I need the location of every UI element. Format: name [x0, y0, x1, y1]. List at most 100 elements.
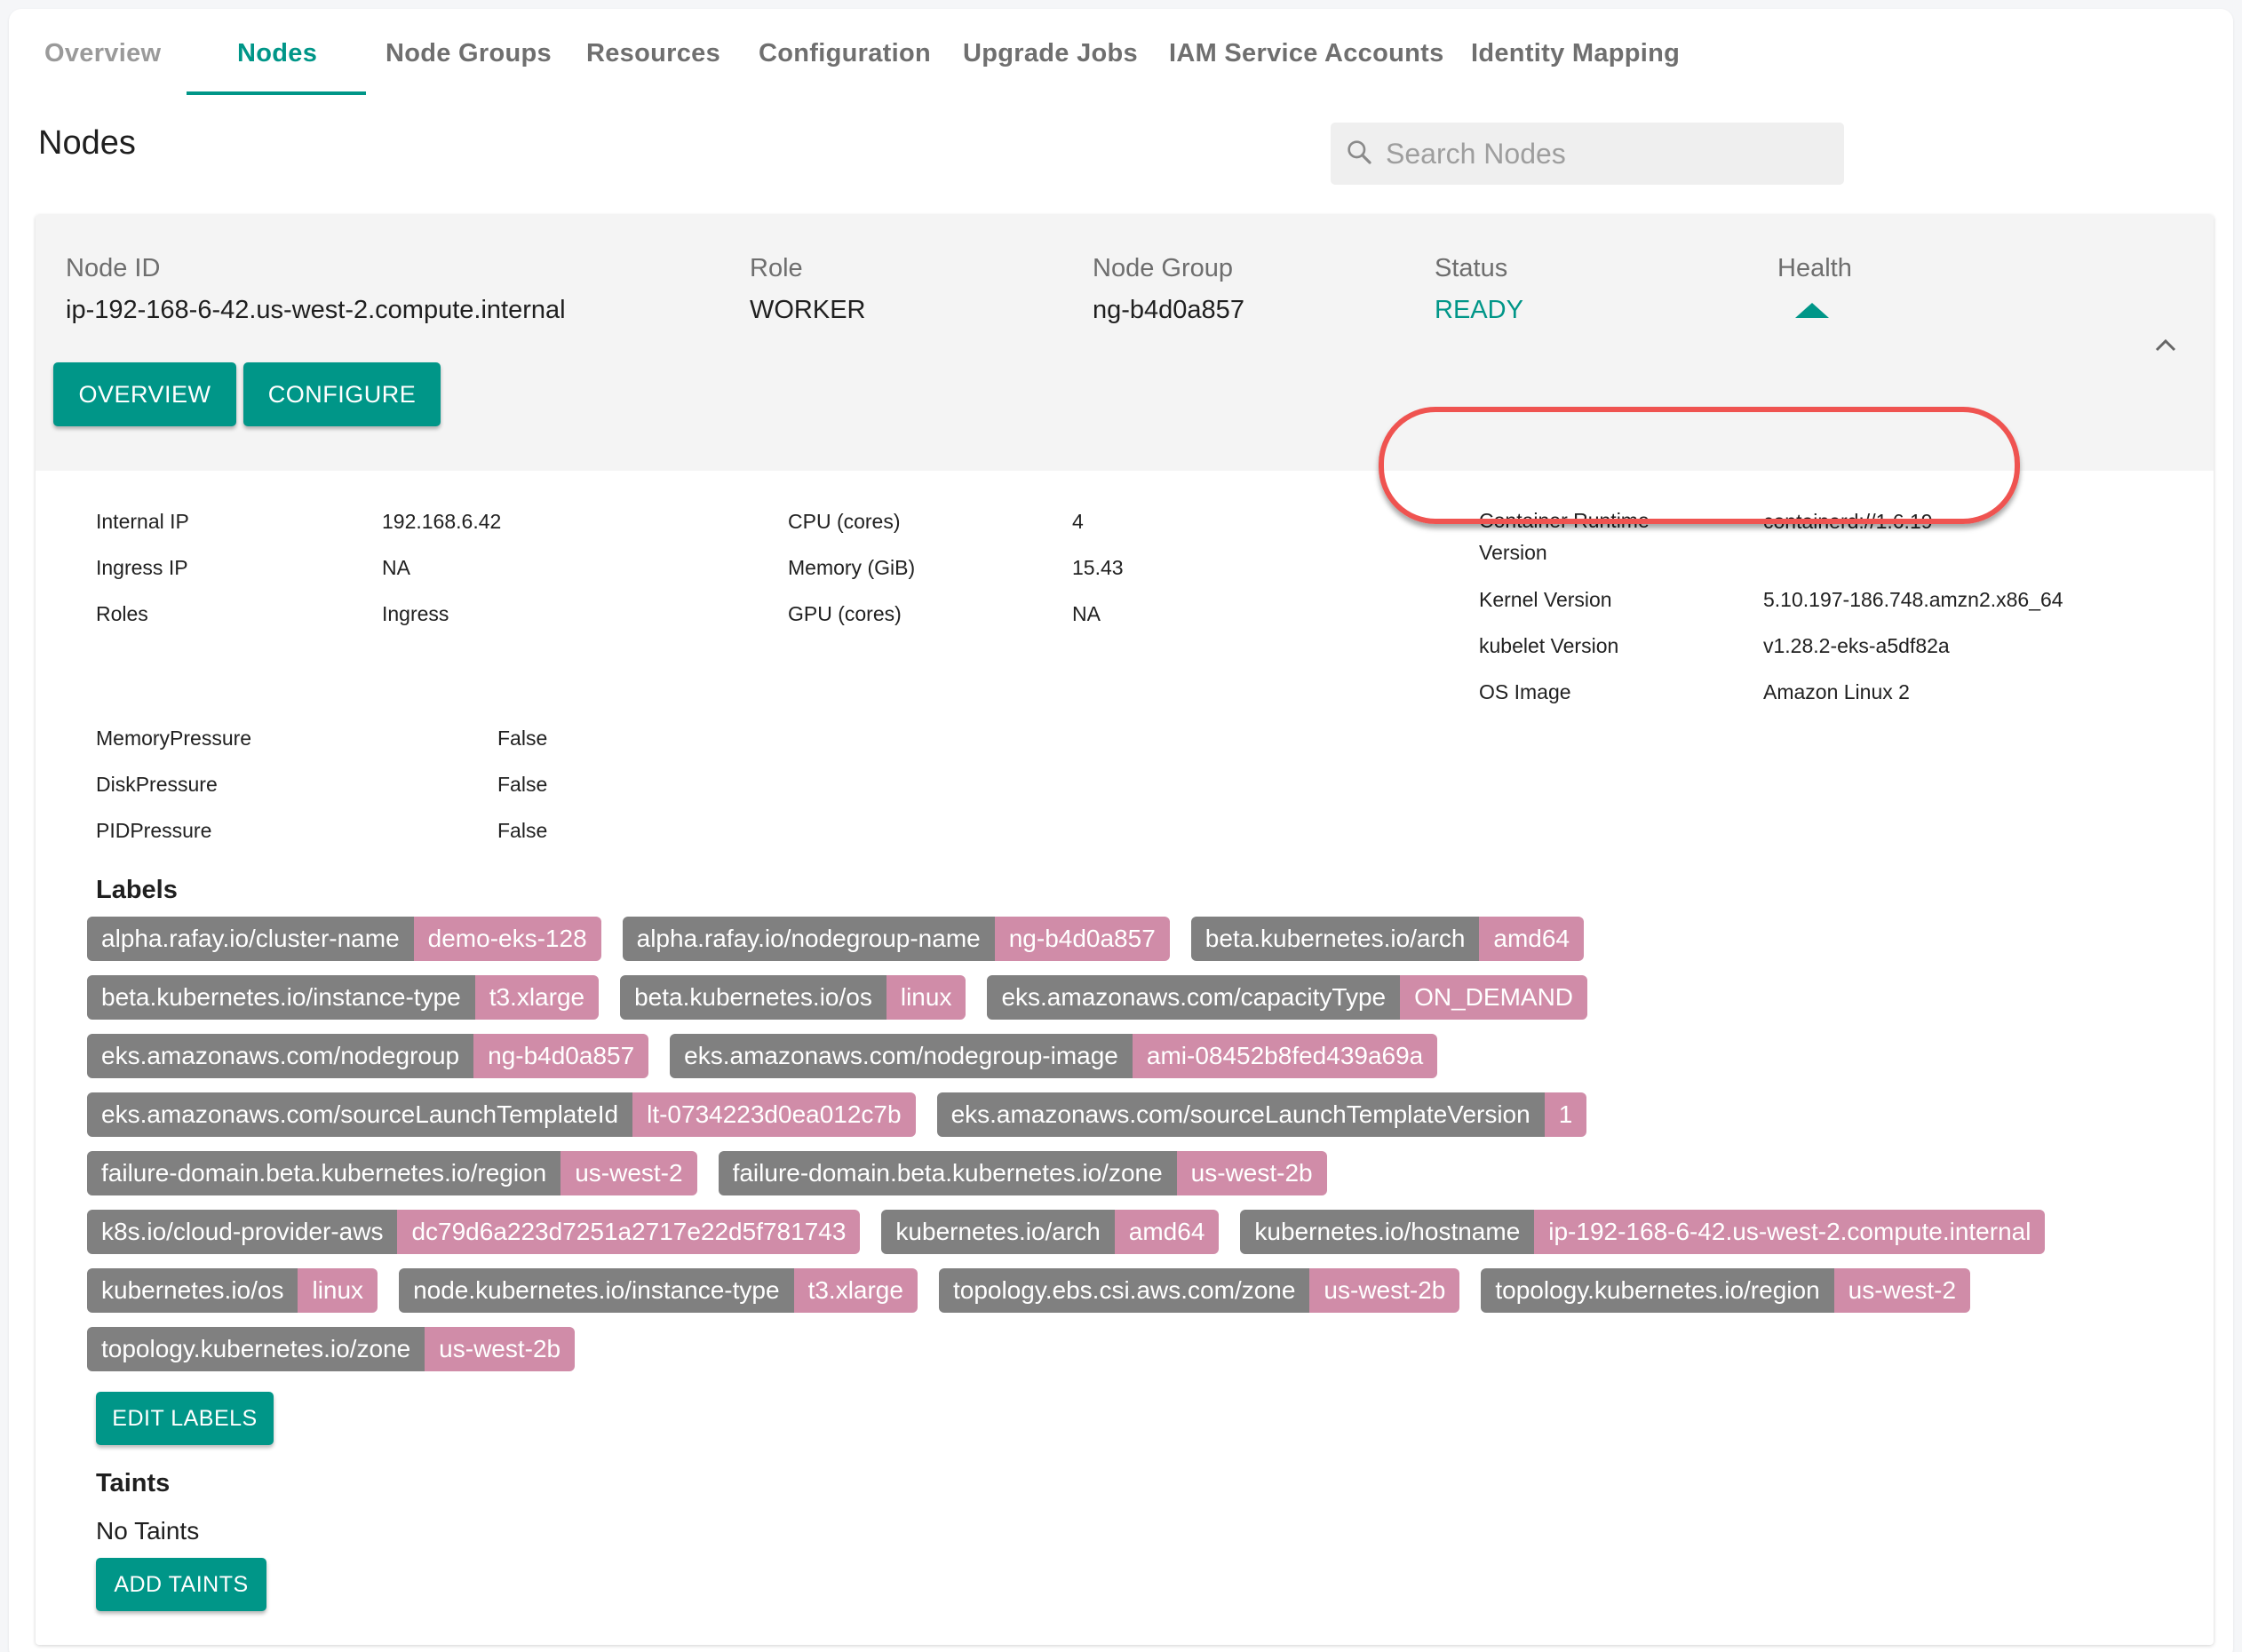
label-value: ng-b4d0a857 [994, 917, 1170, 961]
detail-value: 5.10.197-186.748.amzn2.x86_64 [1763, 588, 2063, 611]
detail-value: Ingress [382, 602, 449, 625]
label-chip: beta.kubernetes.io/instance-type t3.xlarg… [87, 975, 600, 1020]
detail-value: containerd://1.6.19 [1763, 510, 1933, 533]
condition-value: False [497, 773, 548, 796]
label-value: us-west-2b [425, 1327, 576, 1371]
label-chip: eks.amazonaws.com/sourceLaunchTemplateId… [87, 1092, 916, 1137]
detail-label: Internal IP [96, 510, 189, 533]
tab-resources[interactable]: Resources [586, 39, 720, 68]
tab-upgrade-jobs[interactable]: Upgrade Jobs [963, 39, 1138, 68]
condition-label: DiskPressure [96, 773, 218, 796]
label-value: us-west-2b [1309, 1268, 1460, 1313]
detail-label: kubelet Version [1479, 634, 1619, 657]
label-chip: kubernetes.io/os linux [87, 1268, 378, 1313]
labels-title: Labels [96, 876, 178, 904]
page-title: Nodes [38, 124, 136, 162]
label-value: t3.xlarge [793, 1268, 918, 1313]
label-value: 1 [1544, 1092, 1587, 1137]
status-column: Status READY [1435, 254, 1523, 325]
add-taints-button[interactable]: ADD TAINTS [96, 1558, 266, 1611]
node-group-column: Node Group ng-b4d0a857 [1093, 254, 1244, 325]
labels-list: alpha.rafay.io/cluster-name demo-eks-128 a… [87, 917, 2201, 1386]
health-column: Health [1777, 254, 1852, 318]
collapse-button[interactable] [2148, 329, 2183, 364]
configure-button[interactable]: CONFIGURE [243, 362, 441, 426]
label-value: ng-b4d0a857 [473, 1034, 649, 1078]
label-chip: topology.kubernetes.io/region us-west-2 [1481, 1268, 1971, 1313]
label-value: linux [298, 1268, 378, 1313]
tab-iam-service-accounts[interactable]: IAM Service Accounts [1169, 39, 1444, 68]
label-chip: k8s.io/cloud-provider-aws dc79d6a223d7251… [87, 1210, 861, 1254]
label-row: beta.kubernetes.io/instance-type t3.xlarg… [87, 975, 2201, 1020]
label-chip: eks.amazonaws.com/sourceLaunchTemplateVe… [936, 1092, 1587, 1137]
detail-label: Kernel Version [1479, 588, 1612, 611]
label-row: eks.amazonaws.com/sourceLaunchTemplateId… [87, 1092, 2201, 1137]
no-taints-text: No Taints [96, 1517, 200, 1545]
node-id-column: Node ID ip-192-168-6-42.us-west-2.comput… [66, 254, 566, 325]
tab-overview[interactable]: Overview [44, 39, 161, 68]
edit-labels-button[interactable]: EDIT LABELS [96, 1392, 274, 1445]
role-label: Role [750, 254, 803, 282]
condition-label: MemoryPressure [96, 727, 252, 750]
node-group-value: ng-b4d0a857 [1093, 296, 1244, 324]
label-row: kubernetes.io/os linux node.kubernetes.io/… [87, 1268, 2201, 1313]
label-key: failure-domain.beta.kubernetes.io/region [87, 1151, 561, 1195]
search-box[interactable] [1331, 123, 1844, 185]
label-value: us-west-2 [560, 1151, 697, 1195]
label-value: us-west-2 [1833, 1268, 1971, 1313]
health-label: Health [1777, 254, 1852, 282]
label-chip: topology.ebs.csi.aws.com/zone us-west-2b [938, 1268, 1460, 1313]
detail-label: Memory (GiB) [788, 556, 916, 579]
overview-button[interactable]: OVERVIEW [53, 362, 236, 426]
detail-value: v1.28.2-eks-a5df82a [1763, 634, 1950, 657]
node-id-value: ip-192-168-6-42.us-west-2.compute.intern… [66, 296, 566, 324]
role-column: Role WORKER [750, 254, 866, 325]
condition-value: False [497, 819, 548, 842]
label-chip: beta.kubernetes.io/os linux [620, 975, 966, 1020]
label-chip: kubernetes.io/arch amd64 [881, 1210, 1220, 1254]
node-card: Node ID ip-192-168-6-42.us-west-2.comput… [36, 215, 2214, 1645]
label-key: topology.ebs.csi.aws.com/zone [938, 1268, 1310, 1313]
tab-node-groups[interactable]: Node Groups [386, 39, 552, 68]
detail-label: Ingress IP [96, 556, 188, 579]
detail-value: Amazon Linux 2 [1763, 680, 1910, 703]
search-input[interactable] [1386, 137, 1812, 171]
label-key: eks.amazonaws.com/sourceLaunchTemplateId [87, 1092, 633, 1137]
detail-label: Roles [96, 602, 148, 625]
label-chip: node.kubernetes.io/instance-type t3.xlarg… [399, 1268, 918, 1313]
label-key: node.kubernetes.io/instance-type [399, 1268, 794, 1313]
label-value: us-west-2b [1176, 1151, 1327, 1195]
node-group-label: Node Group [1093, 254, 1233, 282]
label-key: beta.kubernetes.io/os [620, 975, 886, 1020]
label-value: ON_DEMAND [1400, 975, 1588, 1020]
active-tab-indicator [187, 91, 366, 95]
label-chip: failure-domain.beta.kubernetes.io/region… [87, 1151, 697, 1195]
label-key: kubernetes.io/arch [881, 1210, 1115, 1254]
tab-nodes[interactable]: Nodes [237, 39, 317, 68]
status-label: Status [1435, 254, 1508, 282]
node-id-label: Node ID [66, 254, 161, 282]
tab-identity-mapping[interactable]: Identity Mapping [1471, 39, 1680, 68]
detail-label: GPU (cores) [788, 602, 902, 625]
detail-label: Container Runtime Version [1479, 509, 1650, 564]
label-row: k8s.io/cloud-provider-aws dc79d6a223d7251… [87, 1210, 2201, 1254]
label-key: kubernetes.io/os [87, 1268, 298, 1313]
label-value: dc79d6a223d7251a2717e22d5f781743 [397, 1210, 861, 1254]
label-value: linux [886, 975, 966, 1020]
detail-label: CPU (cores) [788, 510, 901, 533]
label-value: lt-0734223d0ea012c7b [632, 1092, 916, 1137]
tab-configuration[interactable]: Configuration [759, 39, 931, 68]
label-key: eks.amazonaws.com/nodegroup-image [670, 1034, 1133, 1078]
node-card-header[interactable]: Node ID ip-192-168-6-42.us-west-2.comput… [36, 215, 2214, 471]
label-chip: eks.amazonaws.com/capacityType ON_DEMAND [987, 975, 1588, 1020]
label-chip: alpha.rafay.io/nodegroup-name ng-b4d0a857 [622, 917, 1170, 961]
chevron-up-icon [2153, 336, 2178, 358]
label-value: ami-08452b8fed439a69a [1132, 1034, 1438, 1078]
label-row: alpha.rafay.io/cluster-name demo-eks-128 a… [87, 917, 2201, 961]
detail-label: OS Image [1479, 680, 1571, 703]
label-row: topology.kubernetes.io/zone us-west-2b [87, 1327, 2201, 1371]
taints-title: Taints [96, 1469, 171, 1497]
detail-value: 4 [1072, 510, 1084, 533]
condition-label: PIDPressure [96, 819, 212, 842]
label-key: eks.amazonaws.com/sourceLaunchTemplateVe… [936, 1092, 1545, 1137]
